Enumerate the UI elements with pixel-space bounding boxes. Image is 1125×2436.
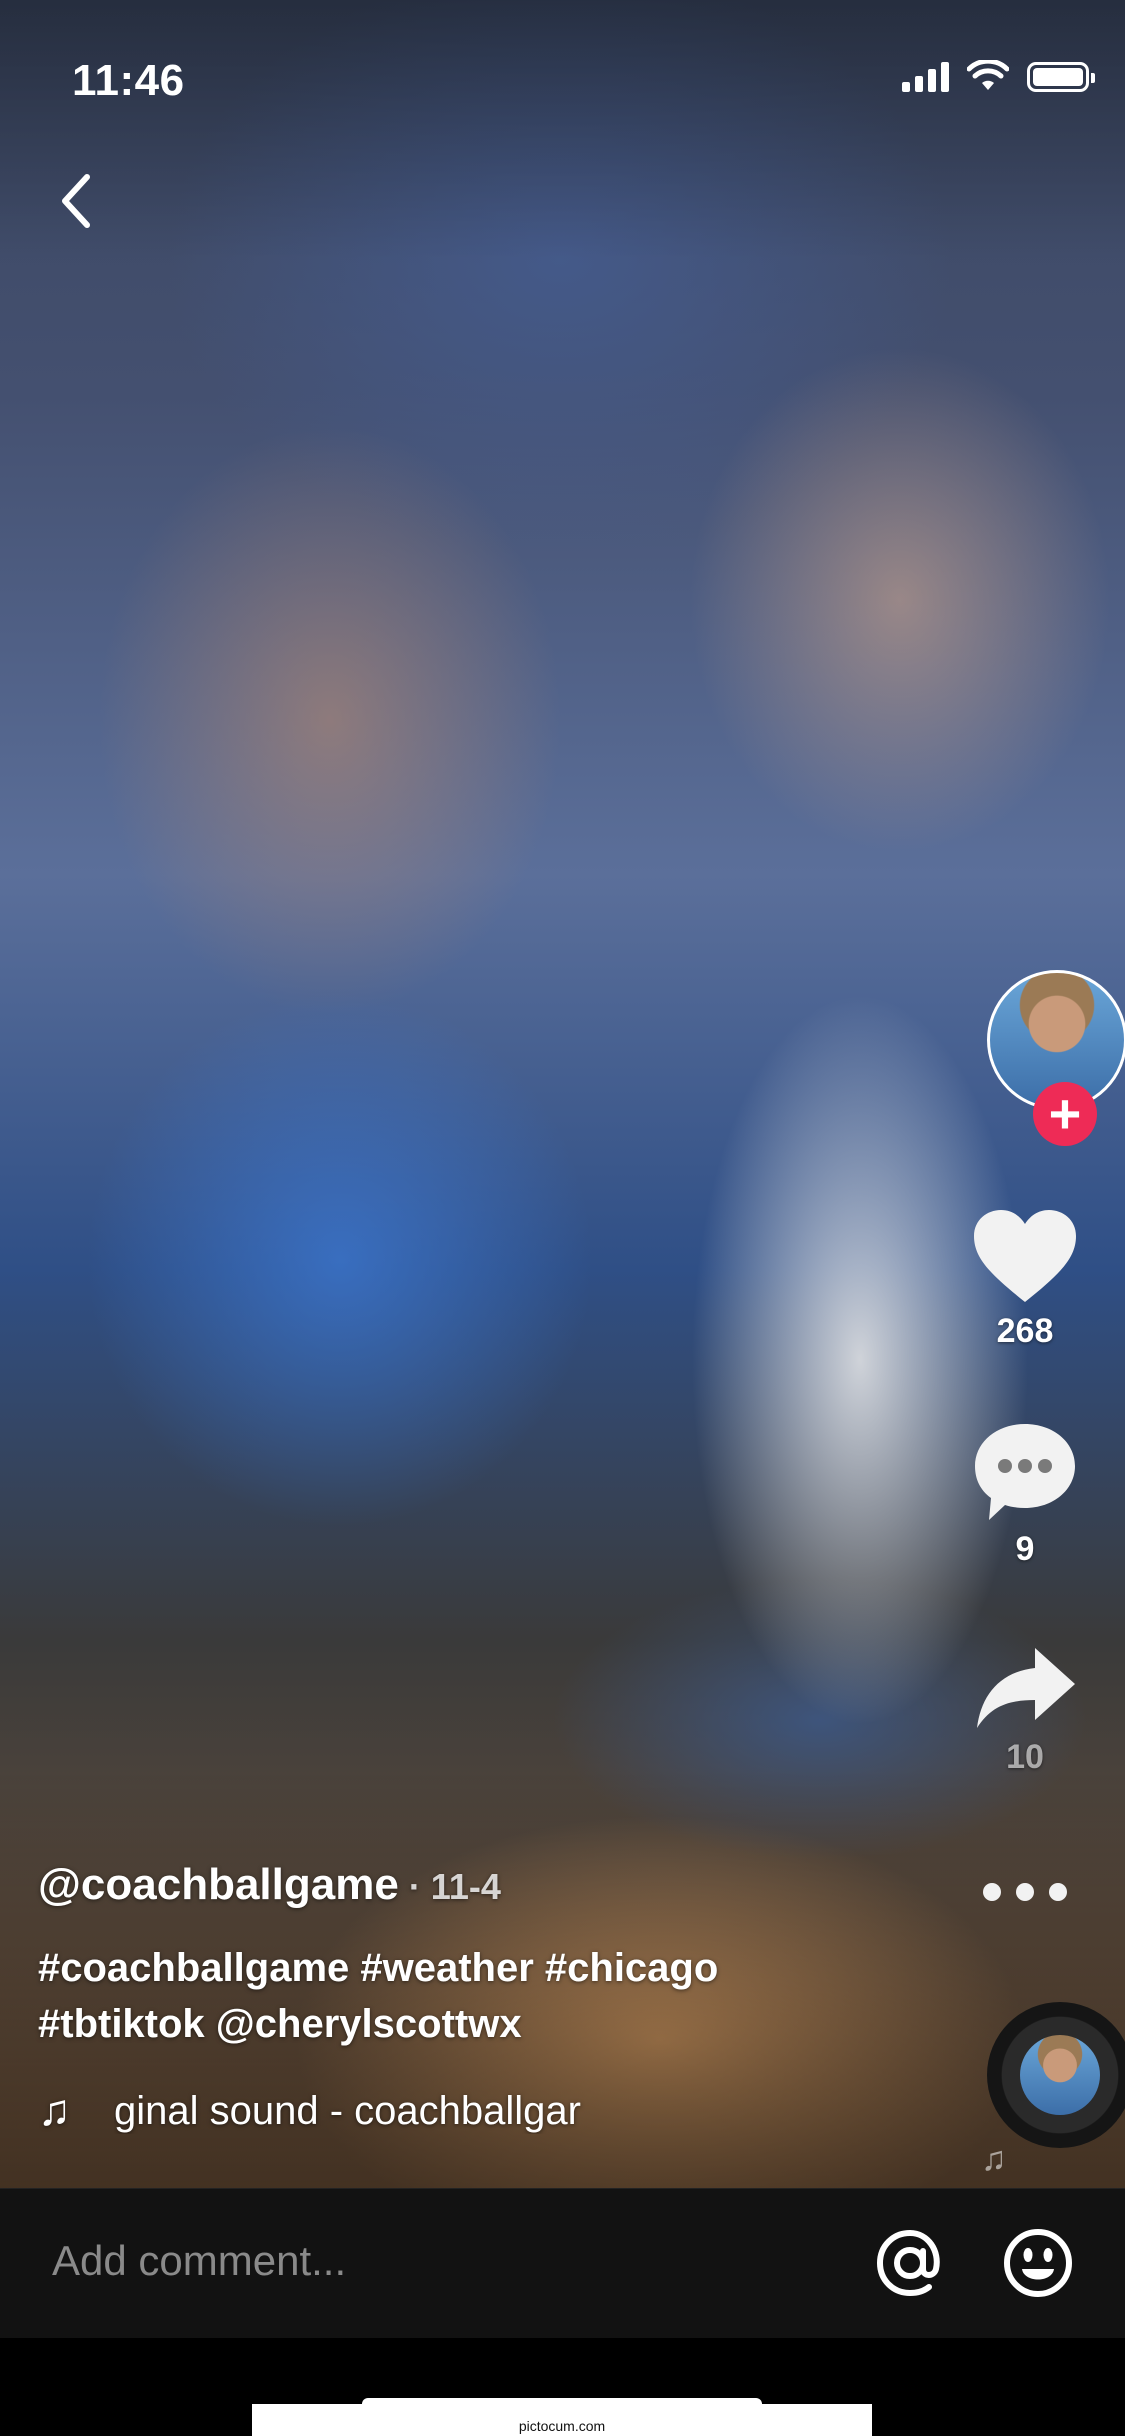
post-date: · 11-4	[408, 1866, 501, 1907]
username-row: @coachballgame · 11-4	[38, 1860, 838, 1910]
status-time: 11:46	[72, 56, 185, 105]
creator-avatar-group[interactable]: +	[987, 970, 1125, 1146]
share-count: 10	[1006, 1738, 1044, 1776]
home-indicator[interactable]	[362, 2398, 762, 2410]
mention-button[interactable]	[872, 2225, 948, 2301]
emoji-button[interactable]	[1000, 2225, 1076, 2301]
caption-line-2[interactable]: #tbtiktok @cherylscottwx	[38, 1996, 838, 2052]
share-arrow-icon	[977, 1648, 1075, 1728]
comment-bar: Add comment...	[0, 2188, 1125, 2339]
comment-input[interactable]: Add comment...	[52, 2237, 346, 2285]
caption-line-1[interactable]: #coachballgame #weather #chicago	[38, 1940, 838, 1996]
right-action-rail: + 268 9 10 ♫	[925, 0, 1125, 2188]
back-button[interactable]	[46, 166, 106, 236]
username-link[interactable]: @coachballgame	[38, 1860, 399, 1910]
comment-bubble-icon	[975, 1424, 1075, 1520]
plus-icon: +	[1048, 1082, 1082, 1145]
sound-title[interactable]: ginal sound - coachballgar	[114, 2089, 634, 2134]
at-sign-icon	[876, 2229, 940, 2297]
music-disc-avatar	[1020, 2035, 1100, 2115]
smiley-icon	[1004, 2229, 1072, 2297]
comment-button[interactable]: 9	[925, 1420, 1125, 1569]
comment-count: 9	[1015, 1530, 1035, 1568]
sound-row[interactable]: ♫ ginal sound - coachballgar	[38, 2086, 838, 2136]
like-button[interactable]: 268	[925, 1206, 1125, 1351]
more-button[interactable]	[925, 1880, 1125, 1904]
follow-button[interactable]: +	[1033, 1082, 1097, 1146]
music-disc[interactable]	[987, 2002, 1125, 2148]
heart-icon	[974, 1210, 1076, 1302]
share-button[interactable]: 10	[925, 1644, 1125, 1777]
caption-text: #coachballgame #weather #chicago #tbtikt…	[38, 1940, 838, 2052]
floating-music-note-icon: ♫	[981, 2140, 1007, 2178]
like-count: 268	[996, 1312, 1054, 1350]
more-dots-icon	[983, 1883, 1067, 1901]
bottom-area: pictocum.com	[0, 2338, 1125, 2436]
chevron-left-icon	[62, 174, 90, 228]
music-note-icon: ♫	[38, 2086, 71, 2135]
post-caption-block: @coachballgame · 11-4 #coachballgame #we…	[38, 1860, 838, 2136]
